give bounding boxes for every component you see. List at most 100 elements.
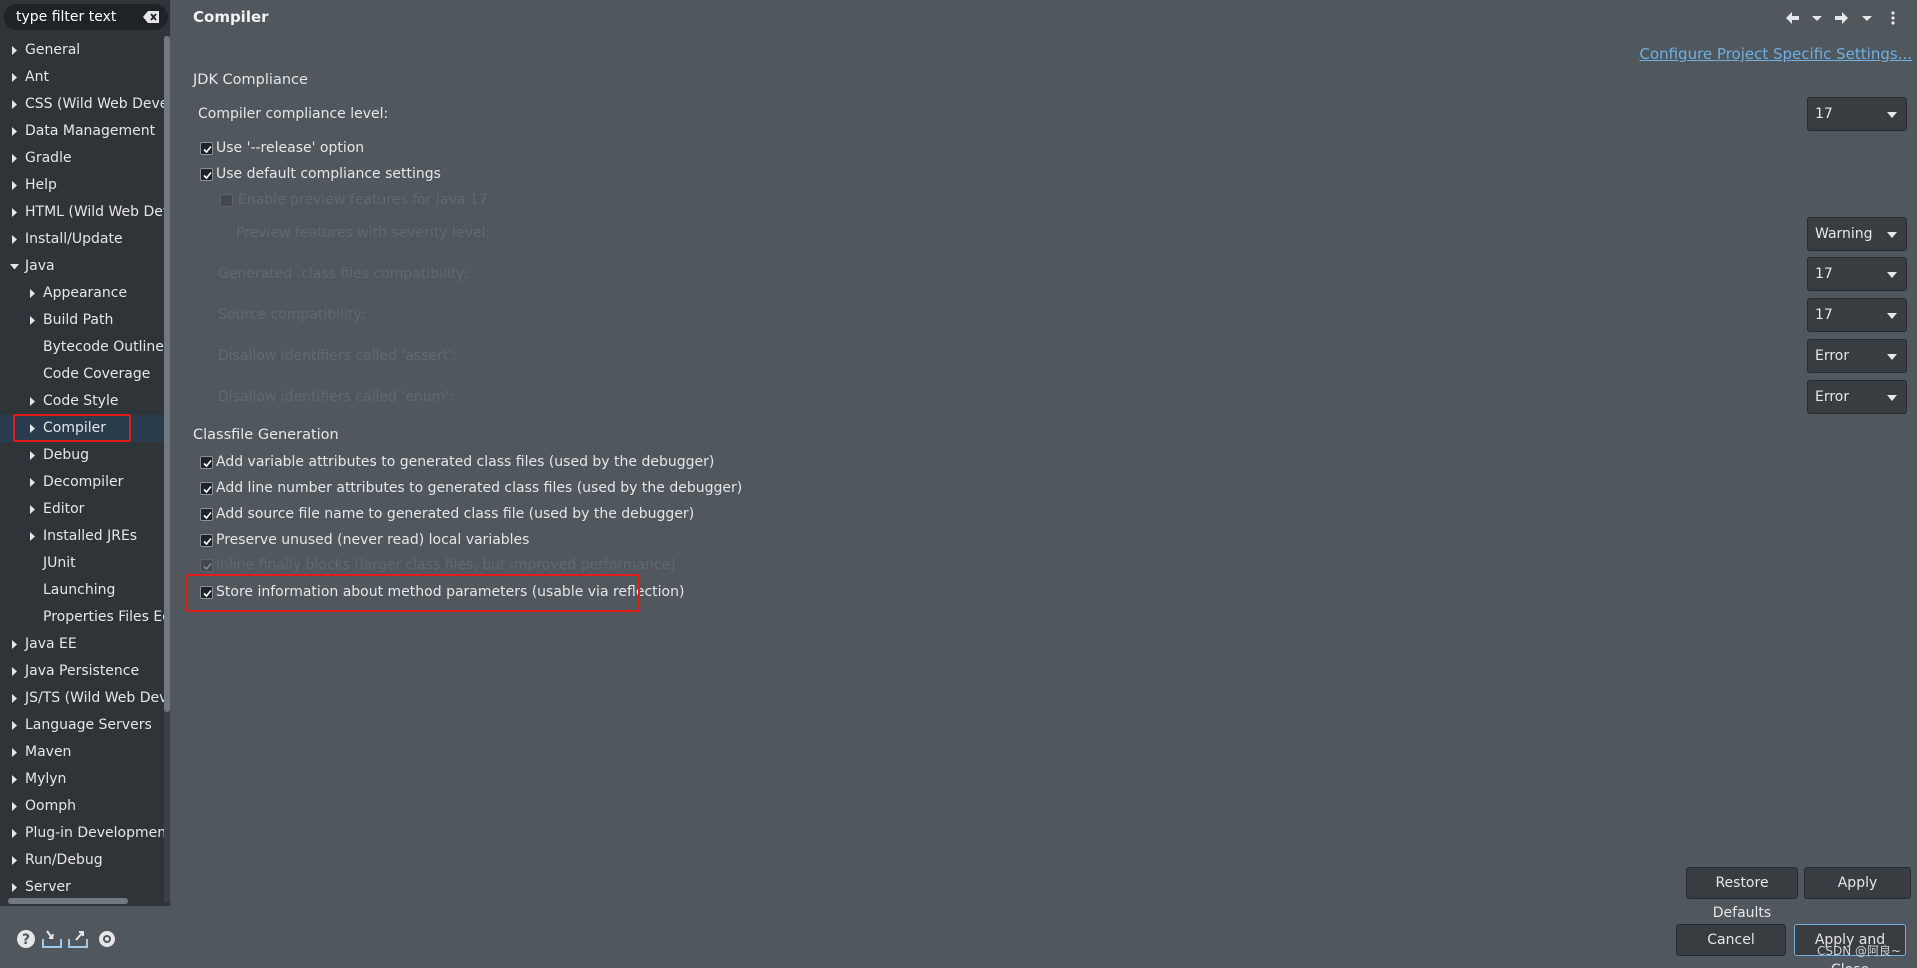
tree-item[interactable]: Editor	[0, 496, 166, 523]
collapsed-arrow-icon[interactable]	[9, 685, 19, 712]
collapsed-arrow-icon[interactable]	[27, 523, 37, 550]
collapsed-arrow-icon[interactable]	[9, 739, 19, 766]
clear-filter-icon[interactable]	[143, 10, 160, 24]
collapsed-arrow-icon[interactable]	[27, 415, 37, 442]
tree-item-label: JS/TS (Wild Web Developer)	[25, 690, 166, 706]
configure-project-settings-link[interactable]: Configure Project Specific Settings...	[1639, 45, 1912, 63]
tree-item-label: Bytecode Outline	[43, 339, 164, 355]
tree-item[interactable]: Properties Files Editor	[0, 604, 166, 631]
tree-item[interactable]: Ant	[0, 64, 166, 91]
tree-item[interactable]: Java	[0, 253, 166, 280]
collapsed-arrow-icon[interactable]	[9, 91, 19, 118]
back-menu-chevron-down-icon[interactable]	[1812, 8, 1822, 28]
forward-menu-chevron-down-icon[interactable]	[1862, 8, 1872, 28]
back-icon[interactable]	[1784, 8, 1800, 28]
collapsed-arrow-icon[interactable]	[9, 172, 19, 199]
chevron-down-icon	[1887, 232, 1897, 238]
tree-item[interactable]: Java Persistence	[0, 658, 166, 685]
tree-item[interactable]: Install/Update	[0, 226, 166, 253]
collapsed-arrow-icon[interactable]	[9, 145, 19, 172]
compliance-level-select[interactable]: 17	[1807, 97, 1907, 131]
tree-item[interactable]: Appearance	[0, 280, 166, 307]
tree-item[interactable]: Launching	[0, 577, 166, 604]
collapsed-arrow-icon[interactable]	[27, 442, 37, 469]
tree-vertical-scrollbar-thumb[interactable]	[164, 36, 170, 712]
collapsed-arrow-icon[interactable]	[9, 64, 19, 91]
tree-item[interactable]: Bytecode Outline	[0, 334, 166, 361]
collapsed-arrow-icon[interactable]	[9, 118, 19, 145]
collapsed-arrow-icon[interactable]	[9, 847, 19, 874]
collapsed-arrow-icon[interactable]	[9, 766, 19, 793]
oomph-icon[interactable]	[96, 928, 118, 950]
tree-item[interactable]: Oomph	[0, 793, 166, 820]
view-menu-icon[interactable]	[1890, 8, 1896, 28]
collapsed-arrow-icon[interactable]	[9, 199, 19, 226]
tree-item[interactable]: Mylyn	[0, 766, 166, 793]
line-number-attributes-label: Add line number attributes to generated …	[216, 480, 743, 496]
tree-item-label: Maven	[25, 744, 72, 760]
filter-box	[4, 4, 168, 30]
release-option-checkbox[interactable]	[200, 142, 213, 155]
collapsed-arrow-icon[interactable]	[9, 874, 19, 901]
collapsed-arrow-icon[interactable]	[27, 280, 37, 307]
filter-input[interactable]	[16, 7, 136, 27]
tree-item[interactable]: JS/TS (Wild Web Developer)	[0, 685, 166, 712]
method-parameters-checkbox[interactable]	[200, 586, 213, 599]
preview-features-checkbox	[220, 194, 233, 207]
collapsed-arrow-icon[interactable]	[9, 631, 19, 658]
collapsed-arrow-icon[interactable]	[27, 469, 37, 496]
tree-item[interactable]: CSS (Wild Web Developer)	[0, 91, 166, 118]
tree-item[interactable]: Debug	[0, 442, 166, 469]
inline-finally-checkbox	[200, 559, 213, 572]
preserve-unused-checkbox[interactable]	[200, 534, 213, 547]
assert-identifier-value: Error	[1815, 348, 1850, 364]
tree-item-label: Run/Debug	[25, 852, 103, 868]
tree-item[interactable]: HTML (Wild Web Developer)	[0, 199, 166, 226]
tree-item[interactable]: Help	[0, 172, 166, 199]
tree-item[interactable]: Installed JREs	[0, 523, 166, 550]
tree-item[interactable]: Code Coverage	[0, 361, 166, 388]
svg-text:?: ?	[22, 932, 30, 948]
collapsed-arrow-icon[interactable]	[9, 712, 19, 739]
tree-item-label: Java Persistence	[25, 663, 140, 679]
variable-attributes-checkbox[interactable]	[200, 456, 213, 469]
tree-item[interactable]: Gradle	[0, 145, 166, 172]
tree-item[interactable]: Server	[0, 874, 166, 901]
import-icon[interactable]	[41, 928, 63, 950]
collapsed-arrow-icon[interactable]	[27, 496, 37, 523]
export-icon[interactable]	[67, 928, 89, 950]
tree-horizontal-scrollbar[interactable]	[8, 898, 128, 904]
collapsed-arrow-icon[interactable]	[9, 226, 19, 253]
collapsed-arrow-icon[interactable]	[9, 37, 19, 64]
restore-defaults-button[interactable]: Restore Defaults	[1686, 867, 1798, 921]
tree-item[interactable]: General	[0, 37, 166, 64]
variable-attributes-label: Add variable attributes to generated cla…	[216, 454, 715, 470]
tree-item[interactable]: Code Style	[0, 388, 166, 415]
collapsed-arrow-icon[interactable]	[9, 820, 19, 847]
collapsed-arrow-icon[interactable]	[27, 307, 37, 334]
collapsed-arrow-icon[interactable]	[27, 388, 37, 415]
tree-item-label: Oomph	[25, 798, 76, 814]
preserve-unused-label: Preserve unused (never read) local varia…	[216, 532, 530, 548]
collapsed-arrow-icon[interactable]	[9, 793, 19, 820]
tree-item[interactable]: Java EE	[0, 631, 166, 658]
cancel-button[interactable]: Cancel	[1676, 924, 1786, 956]
assert-identifier-label: Disallow identifiers called 'assert':	[218, 348, 457, 364]
tree-item[interactable]: Compiler	[0, 415, 166, 442]
line-number-attributes-checkbox[interactable]	[200, 482, 213, 495]
forward-icon[interactable]	[1834, 8, 1850, 28]
tree-item[interactable]: JUnit	[0, 550, 166, 577]
default-compliance-checkbox[interactable]	[200, 168, 213, 181]
apply-button[interactable]: Apply	[1804, 867, 1911, 899]
tree-item[interactable]: Maven	[0, 739, 166, 766]
tree-item[interactable]: Build Path	[0, 307, 166, 334]
collapsed-arrow-icon[interactable]	[9, 658, 19, 685]
tree-item[interactable]: Data Management	[0, 118, 166, 145]
expanded-arrow-icon[interactable]	[9, 253, 19, 280]
tree-item[interactable]: Language Servers	[0, 712, 166, 739]
tree-item[interactable]: Decompiler	[0, 469, 166, 496]
source-file-name-checkbox[interactable]	[200, 508, 213, 521]
tree-item[interactable]: Plug-in Development	[0, 820, 166, 847]
help-icon[interactable]: ?	[15, 928, 37, 950]
tree-item[interactable]: Run/Debug	[0, 847, 166, 874]
